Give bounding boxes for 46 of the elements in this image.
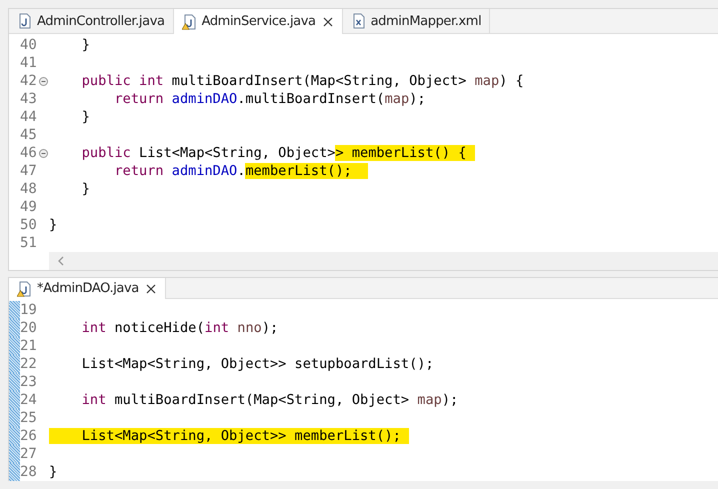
line-number: 44 — [20, 109, 38, 125]
line-number: 27 — [20, 446, 38, 462]
editor-tab[interactable]: AdminService.java — [174, 9, 343, 34]
highlighted-code: List<Map<String, Object>> memberList(); — [49, 428, 410, 444]
line-number: 51 — [20, 235, 38, 251]
code-text: public List<Map<String, Object> — [80, 145, 336, 161]
line-number: 20 — [20, 320, 38, 336]
close-icon — [144, 282, 157, 294]
line-number: 48 — [20, 181, 38, 197]
code-text: return adminDAO. — [113, 163, 246, 179]
code-text: int multiBoardInsert(Map<String, Object> map); — [80, 392, 458, 408]
editor-tab[interactable]: adminMapper.xml — [342, 9, 490, 33]
horizontal-scrollbar[interactable] — [49, 252, 718, 270]
highlighted-code: > memberList() { — [335, 145, 475, 161]
line-number: 46 — [20, 145, 38, 161]
code-text: } — [80, 37, 90, 53]
code-text: int noticeHide(int nno); — [80, 320, 278, 336]
code-text: return adminDAO.multiBoardInsert(map); — [113, 91, 426, 107]
code-text: public int multiBoardInsert(Map<String, Object> map) { — [80, 73, 524, 89]
line-number: 25 — [20, 410, 38, 426]
line-number: 24 — [20, 392, 38, 408]
line-number: 50 — [20, 217, 38, 233]
line-number: 40 — [20, 37, 38, 53]
line-number: 47 — [20, 163, 38, 179]
line-number: 22 — [20, 356, 38, 372]
line-number: 45 — [20, 127, 38, 143]
editor-tab[interactable]: *AdminDAO.java — [9, 278, 166, 299]
line-number: 41 — [20, 55, 38, 71]
line-number: 19 — [20, 302, 38, 318]
code-text: List<Map<String, Object>> setupboardList(); — [80, 356, 434, 372]
collapse-icon[interactable] — [39, 76, 48, 86]
line-number: 42 — [20, 73, 38, 89]
code-text: } — [49, 464, 58, 480]
code-text: } — [49, 217, 58, 233]
line-number: 28 — [20, 464, 38, 480]
editor-tab[interactable]: AdminController.java — [9, 9, 174, 33]
highlighted-code: memberList(); — [245, 163, 368, 179]
line-number: 26 — [20, 428, 38, 444]
line-number: 23 — [20, 374, 38, 390]
code-text: } — [80, 109, 90, 125]
line-number: 21 — [20, 338, 38, 354]
collapse-icon[interactable] — [39, 148, 48, 158]
code-text: } — [80, 181, 90, 197]
line-number: 49 — [20, 199, 38, 215]
line-number: 43 — [20, 91, 38, 107]
close-icon — [322, 16, 334, 28]
